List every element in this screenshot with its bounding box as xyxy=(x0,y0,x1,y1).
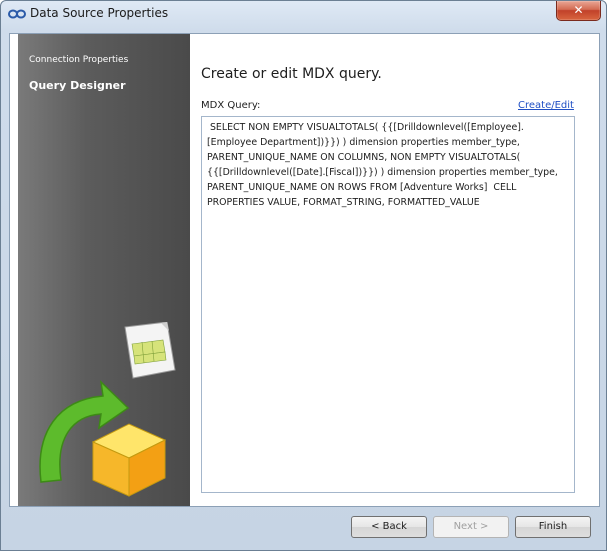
spreadsheet-document-icon xyxy=(124,322,176,379)
dialog-body: Connection Properties Query Designer Cre… xyxy=(9,33,600,507)
create-edit-link[interactable]: Create/Edit xyxy=(518,100,574,111)
dialog-window: Data Source Properties ✕ Connection Prop… xyxy=(0,0,607,551)
sidebar-item-query-designer[interactable]: Query Designer xyxy=(29,79,126,92)
mdx-query-textarea[interactable]: SELECT NON EMPTY VISUALTOTALS( {{[Drilld… xyxy=(201,116,575,493)
close-icon: ✕ xyxy=(573,3,584,17)
wizard-sidebar: Connection Properties Query Designer xyxy=(18,34,190,506)
page-heading: Create or edit MDX query. xyxy=(201,66,382,82)
title-bar[interactable]: Data Source Properties ✕ xyxy=(1,1,606,27)
cube-icon xyxy=(91,423,167,497)
finish-button[interactable]: Finish xyxy=(515,516,591,538)
window-title: Data Source Properties xyxy=(30,6,169,20)
mdx-query-label: MDX Query: xyxy=(201,100,261,111)
back-button[interactable]: < Back xyxy=(351,516,427,538)
link-icon xyxy=(8,9,26,19)
close-button[interactable]: ✕ xyxy=(556,1,601,21)
next-button[interactable]: Next > xyxy=(433,516,509,538)
wizard-illustration xyxy=(39,322,176,497)
sidebar-item-connection-properties[interactable]: Connection Properties xyxy=(29,55,128,65)
